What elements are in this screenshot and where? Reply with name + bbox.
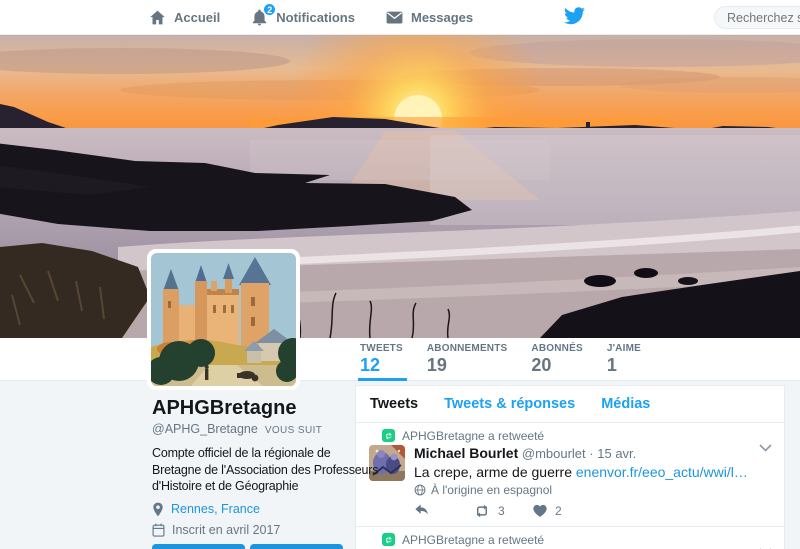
tweet-main: Michael Bourlet @mbourlet · 15 avr. La c… [369, 445, 772, 526]
chevron-down-icon [759, 444, 772, 452]
like-count: 2 [555, 504, 562, 518]
profile-avatar[interactable] [147, 249, 300, 390]
profile-banner-photo[interactable] [0, 35, 800, 338]
stat-likes[interactable]: J'aime 1 [605, 338, 663, 381]
profile-location[interactable]: Rennes, France [171, 501, 260, 518]
nav-item-label: Notifications [276, 10, 355, 25]
tweet-name-row: Michael Bourlet @mbourlet · 15 avr. [414, 445, 772, 462]
retweet-indicator: APHGBretagne a retweeté [382, 427, 772, 444]
twitter-profile-page: Accueil 2 Notifications Messages [0, 0, 800, 549]
tweet-translation-note: À l'origine en espagnol [414, 483, 772, 497]
retweet-button[interactable]: 3 [473, 503, 532, 518]
stat-following[interactable]: Abonnements 19 [425, 338, 530, 381]
profile-stats-bar: Tweets 12 Abonnements 19 Abonnés 20 J'ai… [0, 338, 800, 381]
retweet-icon [473, 504, 491, 518]
location-pin-icon [152, 502, 164, 517]
tweet-body: Michael Bourlet @mbourlet · 15 avr. La c… [414, 445, 772, 526]
tweet-text: La crepe, arme de guerre enenvor.fr/eeo_… [414, 463, 772, 481]
tab-media[interactable]: Médias [601, 396, 650, 412]
tweet[interactable]: APHGBretagne a retweeté [356, 423, 784, 527]
home-icon [148, 8, 167, 27]
retweet-indicator: APHGBretagne a retweeté [382, 531, 772, 548]
tweet-options-button[interactable] [759, 439, 772, 457]
nav-item-notifications[interactable]: 2 Notifications [250, 8, 355, 27]
retweet-badge-icon [382, 533, 395, 546]
profile-handle[interactable]: @APHG_Bretagne [152, 422, 258, 436]
tab-tweets-replies[interactable]: Tweets & réponses [444, 396, 575, 412]
stat-tweets[interactable]: Tweets 12 [358, 338, 425, 381]
tweet-options-button[interactable] [759, 543, 772, 549]
profile-joined-row: Inscrit en avril 2017 [152, 522, 380, 539]
tweet-author-name[interactable]: Michael Bourlet [414, 445, 518, 461]
like-button[interactable]: 2 [532, 503, 591, 518]
message-button[interactable] [250, 544, 343, 549]
envelope-icon [385, 8, 404, 27]
retweet-label: APHGBretagne a retweeté [402, 429, 544, 443]
stat-followers[interactable]: Abonnés 20 [529, 338, 604, 381]
profile-location-row: Rennes, France [152, 501, 380, 518]
notifications-badge: 2 [263, 3, 276, 16]
bell-icon: 2 [250, 8, 269, 27]
profile-bio: Compte officiel de la régionale de Breta… [152, 445, 380, 495]
tweet-link[interactable]: enenvor.fr/eeo_actu/wwi/l… [576, 464, 748, 480]
calendar-icon [152, 523, 165, 537]
nav-item-label: Messages [411, 10, 473, 25]
tweet-actions: 3 2 [414, 503, 772, 526]
profile-handle-row: @APHG_Bretagne Vous suit [152, 422, 380, 438]
tweet-to-button[interactable] [152, 544, 245, 549]
search-input[interactable] [714, 6, 800, 29]
tweet-author-handle[interactable]: @mbourlet [522, 446, 586, 461]
profile-summary: APHGBretagne @APHG_Bretagne Vous suit Com… [152, 396, 380, 549]
nav-item-home[interactable]: Accueil [148, 8, 220, 27]
nav-item-messages[interactable]: Messages [385, 8, 473, 27]
nav-items: Accueil 2 Notifications Messages [148, 0, 473, 34]
date-separator: · [589, 446, 593, 461]
retweet-badge-icon [382, 429, 395, 442]
tweet[interactable]: APHGBretagne a retweeté Michael Bourlet [356, 527, 784, 549]
tweet-date[interactable]: 15 avr. [597, 446, 636, 461]
stats-tabs: Tweets 12 Abonnements 19 Abonnés 20 J'ai… [358, 338, 663, 381]
reply-icon [414, 503, 430, 518]
tweets-feed-card: Tweets Tweets & réponses Médias APHGBret… [355, 385, 785, 549]
twitter-bird-icon[interactable] [564, 7, 585, 30]
nav-item-label: Accueil [174, 10, 220, 25]
globe-icon [414, 484, 426, 496]
heart-icon [532, 503, 548, 518]
profile-name[interactable]: APHGBretagne [152, 396, 380, 420]
reply-button[interactable] [414, 503, 473, 518]
follows-you-badge: Vous suit [265, 425, 323, 436]
retweet-count: 3 [498, 504, 505, 518]
retweet-label: APHGBretagne a retweeté [402, 533, 544, 547]
top-navigation-bar: Accueil 2 Notifications Messages [0, 0, 800, 35]
profile-action-buttons [152, 544, 380, 549]
profile-joined: Inscrit en avril 2017 [172, 522, 280, 539]
feed-tabs: Tweets Tweets & réponses Médias [356, 386, 784, 423]
